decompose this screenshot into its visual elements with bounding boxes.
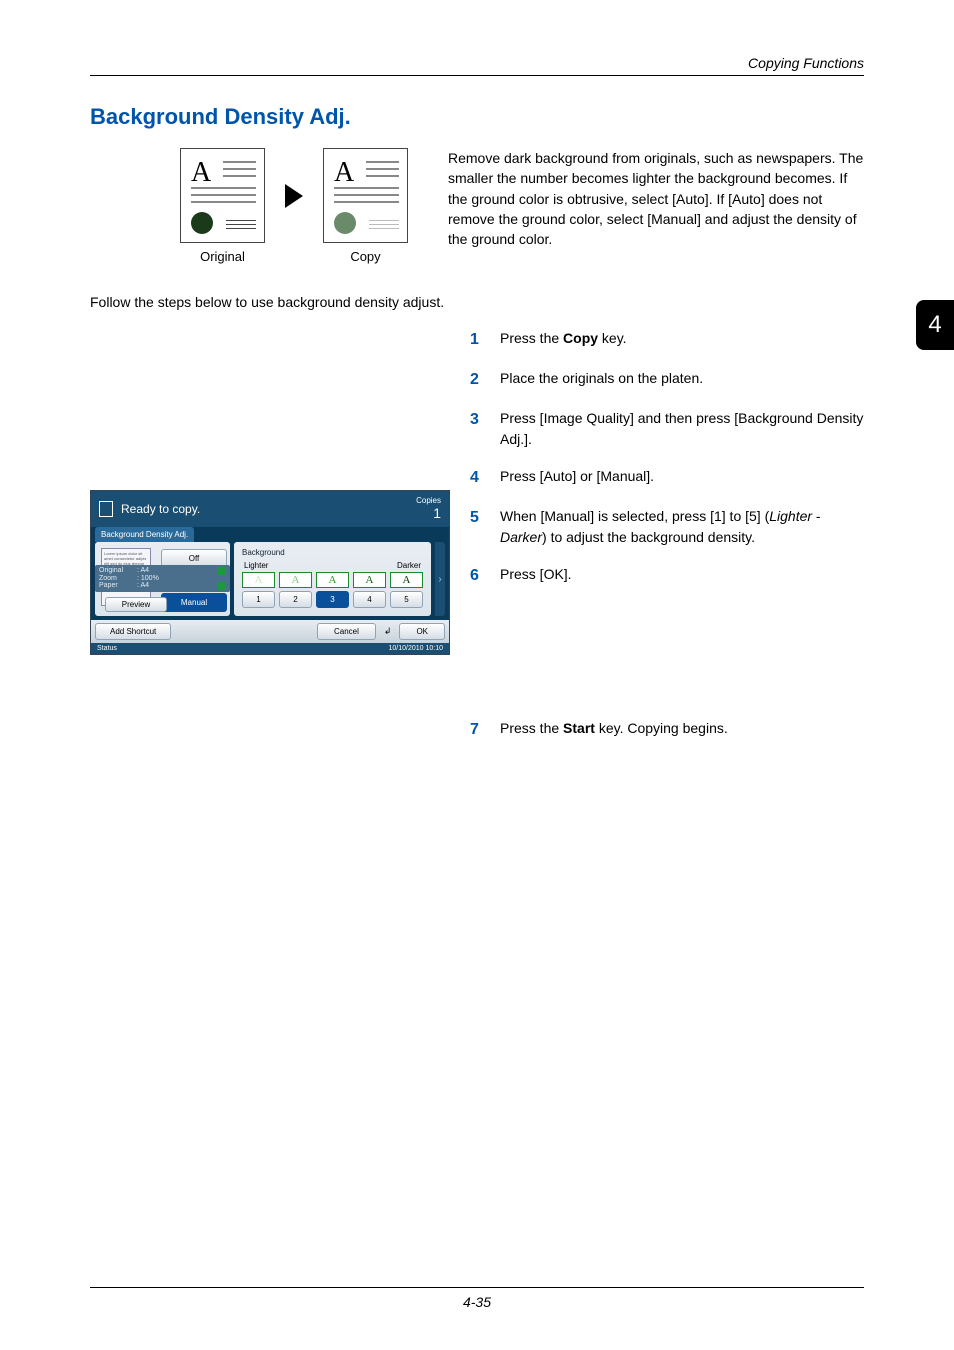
step-text: Place the originals on the platen. — [500, 368, 864, 392]
diagram-original: A — [180, 148, 265, 243]
orientation-icon — [218, 582, 226, 590]
orientation-icon — [218, 567, 226, 575]
density-4-button[interactable]: 4 — [353, 591, 386, 608]
density-1-button[interactable]: 1 — [242, 591, 275, 608]
step-num: 4 — [470, 466, 500, 490]
return-icon: ↲ — [382, 626, 394, 637]
darker-label: Darker — [397, 561, 421, 570]
intro-text: Remove dark background from originals, s… — [448, 148, 864, 249]
step-text: When [Manual] is selected, press [1] to … — [500, 506, 864, 548]
preview-button[interactable]: Preview — [105, 597, 167, 612]
step-text: Press the Copy key. — [500, 328, 864, 352]
step-text: Press the Start key. Copying begins. — [500, 718, 864, 742]
diagram-copy: A — [323, 148, 408, 243]
screen-left-panel: Lorem ipsum dolor sit amet consectetur a… — [95, 542, 230, 616]
panel-label: Background — [242, 548, 427, 557]
step-num: 6 — [470, 564, 500, 588]
document-icon — [99, 501, 113, 517]
section-title: Background Density Adj. — [90, 104, 864, 130]
page-number: 4-35 — [463, 1294, 491, 1310]
density-3-button[interactable]: 3 — [316, 591, 349, 608]
density-swatches: AAAAA — [238, 572, 427, 588]
density-5-button[interactable]: 5 — [390, 591, 423, 608]
status-label[interactable]: Status — [97, 645, 117, 652]
step-text: Press [OK]. — [500, 564, 864, 588]
breadcrumb: Copying Functions — [90, 55, 864, 71]
add-shortcut-button[interactable]: Add Shortcut — [95, 623, 171, 640]
manual-button[interactable]: Manual — [161, 593, 227, 612]
tab-bg-density[interactable]: Background Density Adj. — [95, 527, 194, 542]
status-timestamp: 10/10/2010 10:10 — [389, 645, 444, 652]
divider-top — [90, 75, 864, 76]
follow-text: Follow the steps below to use background… — [90, 294, 864, 310]
arrow-icon — [285, 184, 303, 208]
divider-bottom — [90, 1287, 864, 1288]
info-rows: Original: A4 Zoom: 100% Paper: A4 — [95, 565, 230, 592]
diagram: A A Original — [180, 148, 408, 264]
screen-mockup: Ready to copy. Copies 1 Background Densi… — [90, 490, 450, 655]
density-2-button[interactable]: 2 — [279, 591, 312, 608]
step-num: 1 — [470, 328, 500, 352]
diagram-original-label: Original — [180, 249, 265, 264]
step-num: 7 — [470, 718, 500, 742]
ok-button[interactable]: OK — [399, 623, 445, 640]
screen-right-panel: Background Lighter Darker AAAAA 1 2 3 4 … — [234, 542, 431, 616]
screen-titlebar: Ready to copy. Copies 1 — [91, 491, 449, 527]
lighter-label: Lighter — [244, 561, 268, 570]
step-text: Press [Auto] or [Manual]. — [500, 466, 864, 490]
step-num: 2 — [470, 368, 500, 392]
step-num: 5 — [470, 506, 500, 548]
panel-handle[interactable]: › — [435, 542, 445, 616]
diagram-copy-label: Copy — [323, 249, 408, 264]
chevron-right-icon: › — [438, 574, 441, 585]
cancel-button[interactable]: Cancel — [317, 623, 376, 640]
screen-title: Ready to copy. — [121, 502, 200, 516]
steps-list: 1 Press the Copy key. 2 Place the origin… — [470, 328, 864, 742]
copies-readout: Copies 1 — [416, 497, 441, 521]
step-num: 3 — [470, 408, 500, 450]
step-text: Press [Image Quality] and then press [Ba… — [500, 408, 864, 450]
